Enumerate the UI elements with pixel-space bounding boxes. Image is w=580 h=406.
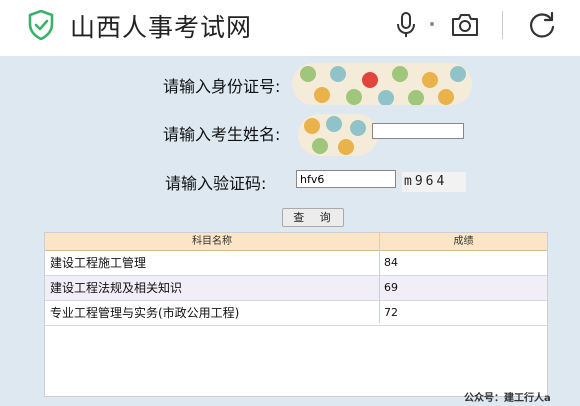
separator-dot xyxy=(430,22,434,26)
column-header-score: 成绩 xyxy=(453,236,474,247)
score-cell: 84 xyxy=(384,256,398,269)
browser-toolbar: 山西人事考试网 xyxy=(0,0,580,56)
table-row: 专业工程管理与实务(市政公用工程) 72 xyxy=(45,301,547,326)
table-row: 建设工程施工管理 84 xyxy=(45,251,547,276)
candidate-name-input[interactable] xyxy=(372,123,464,139)
watermark-text: 公众号：建工行人a xyxy=(464,393,551,404)
camera-icon[interactable] xyxy=(451,12,479,38)
refresh-icon[interactable] xyxy=(528,11,556,39)
subject-cell: 建设工程施工管理 xyxy=(50,256,147,270)
shield-check-icon[interactable] xyxy=(28,10,54,40)
column-divider xyxy=(379,233,380,323)
id-number-label: 请输入身份证号: xyxy=(163,77,281,96)
captcha-image[interactable]: m964 xyxy=(402,172,466,192)
candidate-name-redacted xyxy=(298,114,378,156)
score-results-table: 科目名称 成绩 建设工程施工管理 84 建设工程法规及相关知识 69 专业工程管… xyxy=(44,232,548,397)
table-row: 建设工程法规及相关知识 69 xyxy=(45,276,547,301)
score-cell: 69 xyxy=(384,281,398,294)
microphone-icon[interactable] xyxy=(396,12,416,38)
query-button[interactable]: 查 询 xyxy=(282,208,344,227)
subject-cell: 建设工程法规及相关知识 xyxy=(50,281,183,295)
subject-cell: 专业工程管理与实务(市政公用工程) xyxy=(50,306,240,320)
captcha-input[interactable] xyxy=(296,170,396,188)
column-header-subject: 科目名称 xyxy=(192,236,232,247)
candidate-name-label: 请输入考生姓名: xyxy=(163,125,281,144)
table-header: 科目名称 成绩 xyxy=(45,233,547,251)
toolbar-divider xyxy=(502,11,503,39)
captcha-label: 请输入验证码: xyxy=(165,174,267,193)
site-title[interactable]: 山西人事考试网 xyxy=(70,8,252,44)
id-number-field-redacted[interactable] xyxy=(292,63,472,105)
score-cell: 72 xyxy=(384,306,398,319)
